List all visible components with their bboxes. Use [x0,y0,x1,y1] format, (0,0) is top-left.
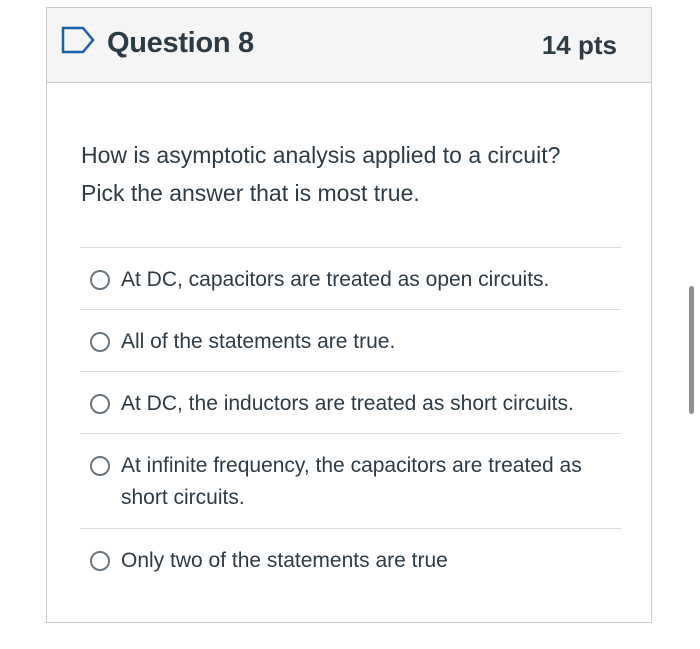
question-header: Question 8 14 pts [47,8,651,83]
answer-option-3[interactable]: At DC, the inductors are treated as shor… [80,371,621,433]
question-card: Question 8 14 pts How is asymptotic anal… [46,7,652,623]
answer-label: All of the statements are true. [121,330,396,353]
answer-label: At DC, the inductors are treated as shor… [121,392,574,415]
answer-option-4[interactable]: At infinite frequency, the capacitors ar… [80,433,621,528]
radio-button[interactable] [90,456,110,476]
question-text: How is asymptotic analysis applied to a … [81,136,621,212]
radio-button[interactable] [90,332,110,352]
bookmark-flag-outline-icon[interactable] [61,26,95,54]
answer-label: At DC, capacitors are treated as open ci… [121,268,550,291]
question-text-line: How is asymptotic analysis applied to a … [81,142,561,168]
answer-label: Only two of the statements are true [121,549,448,572]
answer-list: At DC, capacitors are treated as open ci… [80,247,621,590]
answer-option-1[interactable]: At DC, capacitors are treated as open ci… [80,247,621,309]
radio-button[interactable] [90,394,110,414]
answer-label: At infinite frequency, the capacitors ar… [121,454,582,509]
radio-button[interactable] [90,551,110,571]
answer-option-2[interactable]: All of the statements are true. [80,309,621,371]
question-text-line: Pick the answer that is most true. [81,180,420,206]
scrollbar-thumb[interactable] [689,286,694,414]
answer-option-5[interactable]: Only two of the statements are true [80,528,621,590]
question-title: Question 8 [107,27,254,59]
question-points: 14 pts [541,30,617,60]
radio-button[interactable] [90,270,110,290]
page: Question 8 14 pts How is asymptotic anal… [0,0,700,649]
